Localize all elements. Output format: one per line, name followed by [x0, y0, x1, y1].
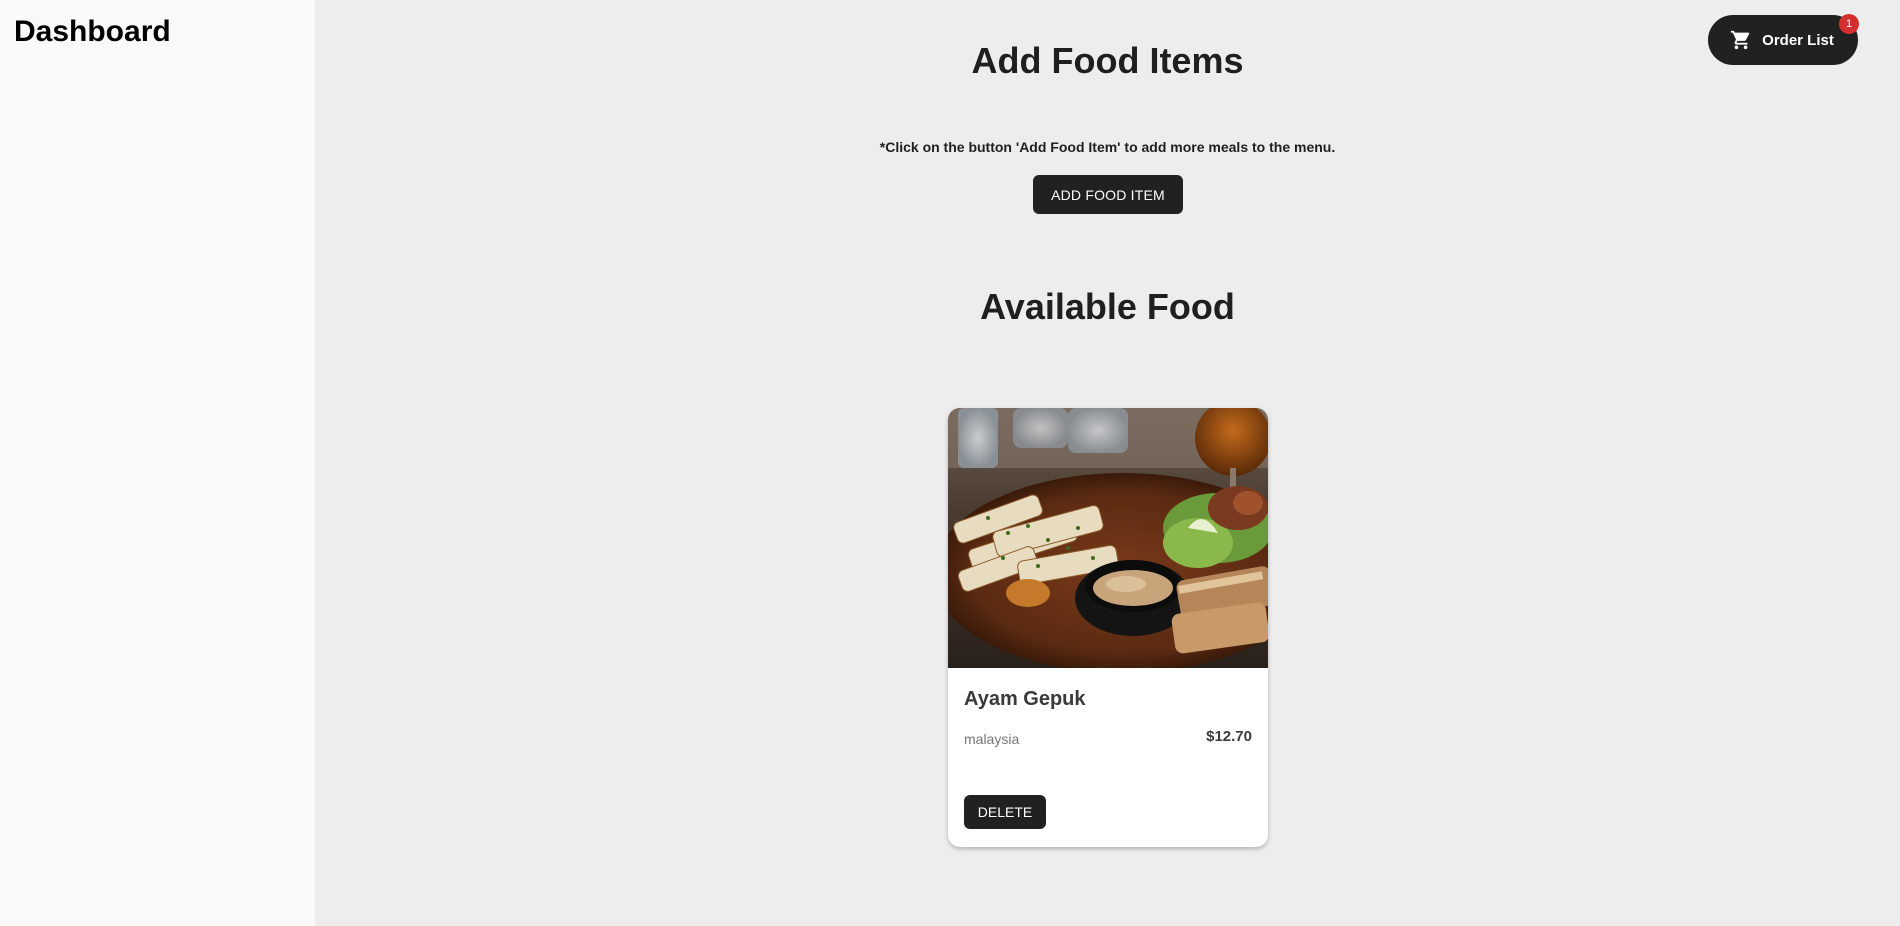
food-name: Ayam Gepuk [964, 688, 1086, 710]
sidebar: Dashboard [0, 0, 315, 926]
add-food-title: Add Food Items [971, 40, 1244, 81]
food-image [948, 408, 1268, 668]
order-count-badge: 1 [1839, 14, 1859, 34]
food-price: $12.70 [1206, 728, 1252, 745]
add-food-instruction: *Click on the button 'Add Food Item' to … [879, 139, 1336, 155]
main-content: Order List 1 Add Food Items *Click on th… [315, 0, 1900, 926]
food-card: Ayam Gepuk malaysia $12.70 DELETE [948, 408, 1268, 847]
available-food-title: Available Food [980, 286, 1235, 327]
add-food-item-button[interactable]: ADD FOOD ITEM [1033, 175, 1183, 214]
sidebar-title: Dashboard [14, 15, 171, 48]
delete-button[interactable]: DELETE [964, 795, 1046, 829]
food-origin: malaysia [964, 731, 1020, 747]
